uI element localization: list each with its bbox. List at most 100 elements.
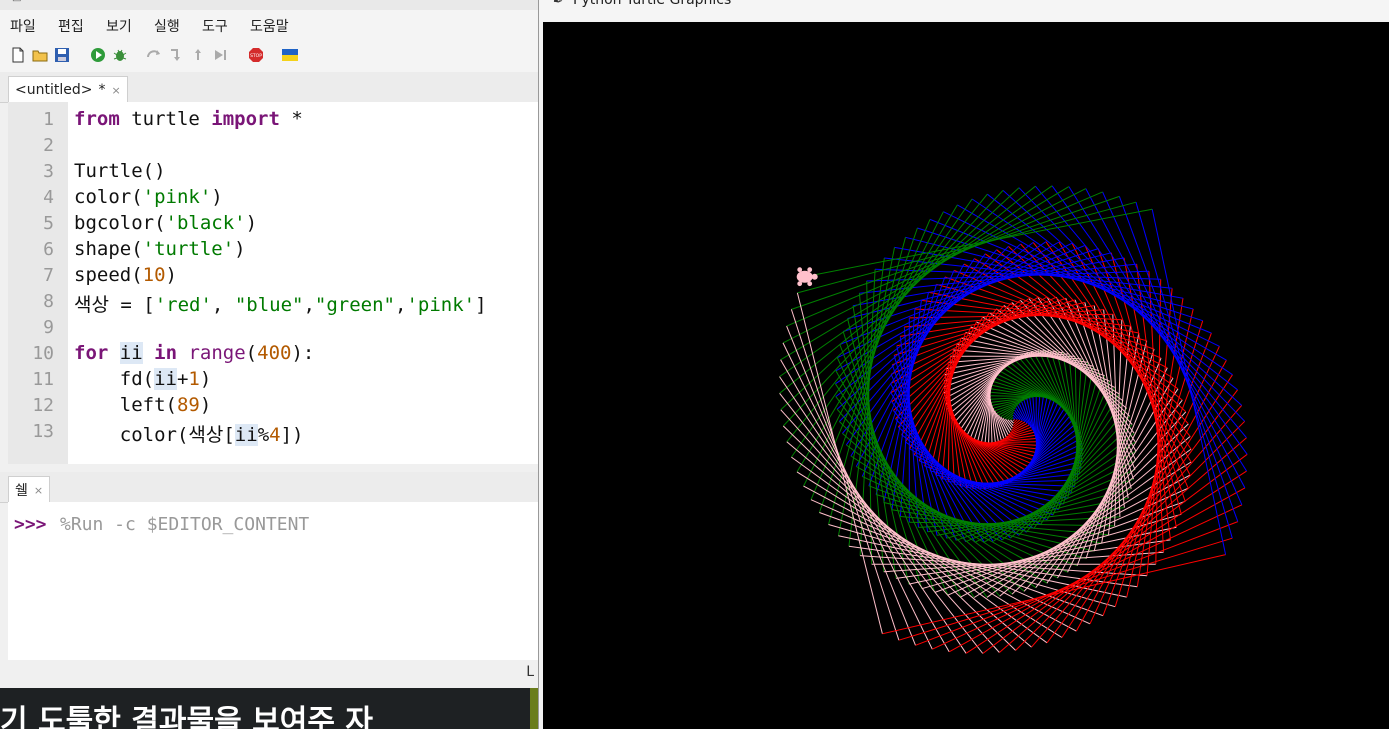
spiral-segment [1102,332,1212,616]
editor-tab-bar: <untitled> * × [0,72,538,103]
string-literal: 'turtle' [142,238,235,260]
turtle-window: ✒ Python Turtle Graphics [538,0,1389,729]
spiral-segment [786,193,988,443]
code-line-11: fd(ii+1) [74,368,211,390]
menu-file[interactable]: 파일 [10,16,36,36]
turtle-leg [807,281,813,287]
toolbar: STOP [0,40,538,72]
code-text: ) [199,394,212,416]
turtle-leg [797,281,803,287]
code-line-12: left(89) [74,394,212,416]
code-line-10: for ii in range(400): [74,342,314,364]
line-number: 4 [43,187,54,208]
code-text: 색상 = [ [74,294,155,316]
code-text: ]) [280,424,304,446]
code-line-6: shape('turtle') [74,238,246,260]
string-literal: 'black' [165,212,246,234]
spiral-segment [804,208,1153,278]
background-video-area: 기 도툴한 결과물을 보여주 자 [0,688,538,729]
code-line-8: 색상 = ['red', "blue","green",'pink'] [74,290,487,317]
feather-icon: ✒ [553,0,564,8]
close-tab-icon[interactable]: × [34,484,43,497]
code-text: ( [245,342,258,364]
number-literal: 4 [269,424,281,446]
keyword: in [154,342,178,364]
code-line-5: bgcolor('black') [74,212,257,234]
code-text: ] [475,294,487,316]
line-number: 6 [43,239,54,260]
spiral-segment [839,344,936,593]
thonny-title-bar: ▭ [0,0,538,10]
spiral-segment [796,471,1063,638]
new-file-icon[interactable] [10,47,26,63]
spiral-segment [791,195,1120,310]
status-text: L [526,664,534,680]
code-text: speed( [74,264,143,286]
spiral-segment [915,521,1238,646]
line-number: 8 [43,291,54,312]
resume-icon[interactable] [212,47,228,63]
turtle-canvas [543,22,1389,729]
shell-tab-bar: 쉘 × [0,472,538,503]
spiral-segment [986,193,1238,391]
builtin-name: range [188,342,246,364]
run-icon[interactable] [90,47,106,63]
line-number: 1 [43,109,54,130]
menu-bar: 파일 편집 보기 실행 도구 도움말 [0,10,538,40]
line-number: 9 [43,317,54,338]
stop-icon[interactable]: STOP [248,47,264,63]
spiral-segment [1097,248,1186,502]
menu-help[interactable]: 도움말 [250,16,289,36]
variable-highlight: ii [154,368,177,390]
code-text: + [176,368,189,390]
step-out-icon[interactable] [190,47,206,63]
step-over-icon[interactable] [146,47,162,63]
spiral-segment [1012,417,1016,420]
spiral-segment [836,357,949,596]
step-into-icon[interactable] [168,47,184,63]
tab-shell[interactable]: 쉘 × [8,476,51,503]
shell-panel[interactable]: >>> %Run -c $EDITOR_CONTENT [8,502,538,660]
number-literal: 400 [257,342,292,364]
code-text: , [394,294,407,316]
svg-text:STOP: STOP [250,53,262,59]
turtle-head [811,273,818,280]
turtle-title-bar[interactable]: ✒ Python Turtle Graphics [539,0,1389,20]
string-literal: "green" [314,294,395,316]
status-bar: L [0,660,538,688]
close-tab-icon[interactable]: × [111,84,120,97]
open-folder-icon[interactable] [32,47,48,63]
code-editor[interactable]: 1 2 3 4 5 6 7 8 9 10 11 12 13 from turtl… [8,102,538,464]
menu-run[interactable]: 실행 [154,16,180,36]
menu-tools[interactable]: 도구 [202,16,228,36]
code-text: color( [74,186,143,208]
save-icon[interactable] [54,47,70,63]
shell-prompt: >>> [14,514,47,535]
number-literal: 89 [176,394,200,416]
turtle-leg [807,267,813,273]
turtle-window-title: Python Turtle Graphics [573,0,732,8]
code-text: % [257,424,270,446]
tab-untitled[interactable]: <untitled> * × [8,76,128,103]
line-number: 2 [43,135,54,156]
keyword: import [211,108,280,130]
string-literal: 'pink' [406,294,476,316]
string-literal: "blue" [234,294,304,316]
debug-icon[interactable] [112,47,128,63]
code-text: color(색상[ [74,424,235,446]
code-text: ) [199,368,212,390]
spiral-segment [779,185,1036,394]
ukraine-flag-icon[interactable] [282,47,298,63]
menu-view[interactable]: 보기 [106,16,132,36]
background-caption: 기 도툴한 결과물을 보여주 자 [0,704,373,729]
string-literal: 'red' [154,294,212,316]
keyword: from [74,108,120,130]
menu-edit[interactable]: 편집 [58,16,84,36]
tab-modified-marker: * [98,82,106,98]
spiral-segment [796,204,958,473]
code-text: , [303,294,315,316]
line-number: 3 [43,161,54,182]
